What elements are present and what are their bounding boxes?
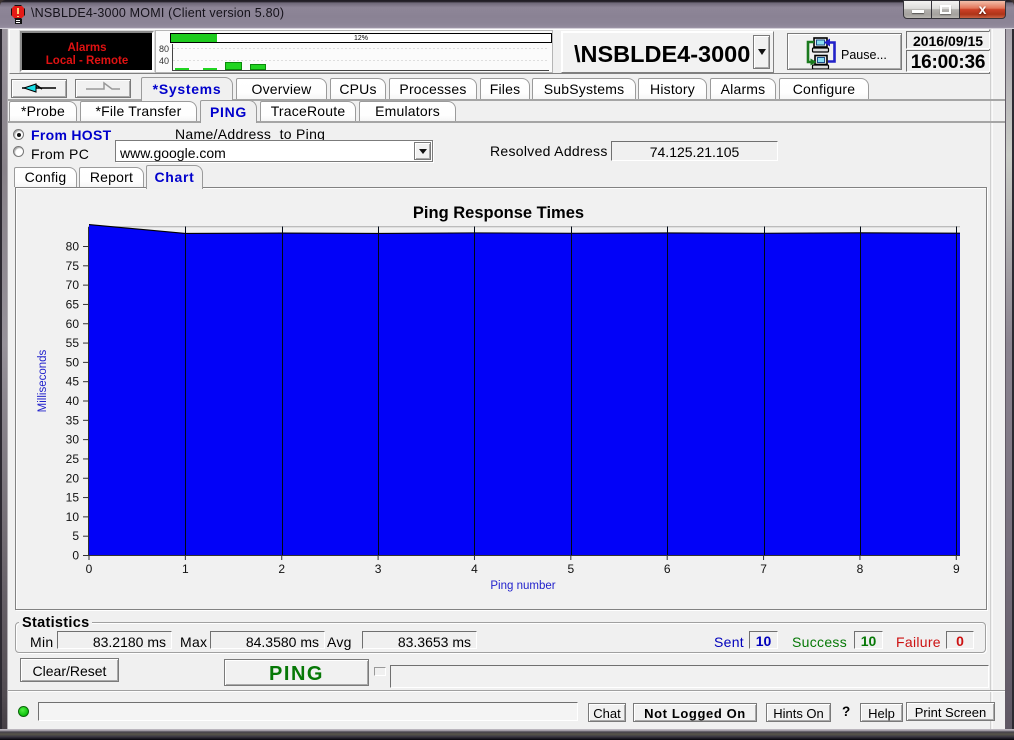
svg-text:1: 1	[182, 562, 189, 576]
svg-text:50: 50	[66, 355, 80, 369]
svg-text:20: 20	[66, 471, 80, 485]
svg-text:70: 70	[66, 278, 80, 292]
svg-text:45: 45	[66, 375, 80, 389]
svg-text:40: 40	[66, 394, 80, 408]
svg-text:7: 7	[760, 562, 767, 576]
svg-text:Milliseconds: Milliseconds	[37, 349, 49, 412]
svg-text:75: 75	[66, 259, 80, 273]
svg-text:65: 65	[66, 297, 80, 311]
svg-text:4: 4	[471, 562, 478, 576]
svg-text:55: 55	[66, 336, 80, 350]
svg-text:25: 25	[66, 452, 80, 466]
svg-text:5: 5	[567, 562, 574, 576]
svg-text:10: 10	[66, 510, 80, 524]
svg-text:35: 35	[66, 413, 80, 427]
svg-text:9: 9	[953, 562, 960, 576]
svg-text:8: 8	[857, 562, 864, 576]
svg-text:30: 30	[66, 433, 80, 447]
svg-text:15: 15	[66, 491, 80, 505]
svg-text:0: 0	[72, 549, 79, 563]
svg-text:5: 5	[72, 529, 79, 543]
svg-text:6: 6	[664, 562, 671, 576]
svg-text:60: 60	[66, 317, 80, 331]
svg-text:2: 2	[278, 562, 285, 576]
svg-text:80: 80	[66, 240, 80, 254]
svg-text:Ping number: Ping number	[490, 580, 555, 592]
svg-text:0: 0	[86, 562, 93, 576]
svg-text:3: 3	[375, 562, 382, 576]
